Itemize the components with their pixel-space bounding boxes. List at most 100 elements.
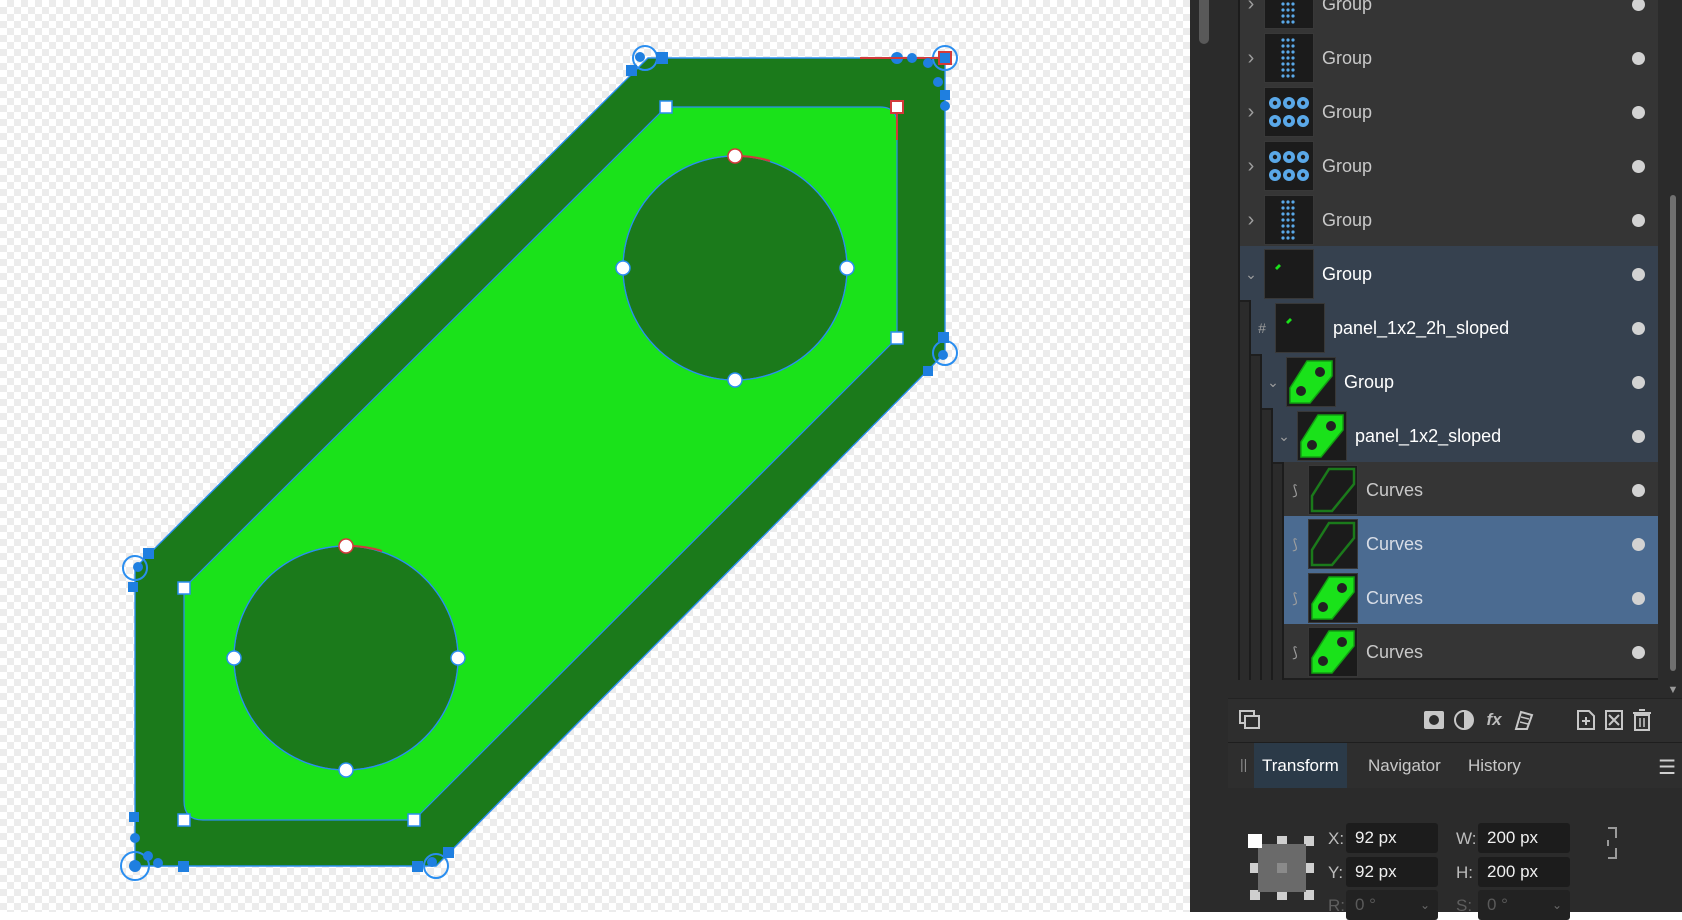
layer-thumbnail[interactable] (1308, 519, 1358, 569)
panel-menu-icon[interactable]: ☰ (1658, 755, 1676, 780)
chevron-right-icon[interactable]: › (1240, 30, 1262, 86)
layer-name[interactable]: Group (1322, 138, 1372, 194)
layer-thumbnail[interactable] (1264, 195, 1314, 245)
layer-row[interactable]: › Group (1228, 138, 1658, 194)
curve-type-icon[interactable]: ⟆ (1284, 570, 1306, 626)
layers-panel: › Group › Group › Group › Group › Group ⌄ Group # pan… (1228, 0, 1682, 698)
layer-name[interactable]: Group (1322, 192, 1372, 248)
panel-grip-icon[interactable]: || (1240, 756, 1247, 772)
layer-name[interactable]: Group (1322, 0, 1372, 32)
tree-rail (1260, 408, 1262, 464)
chevron-down-icon[interactable]: ⌄ (1420, 890, 1430, 920)
add-layer-icon[interactable] (1572, 705, 1600, 735)
document-canvas[interactable] (0, 0, 1190, 912)
layer-row[interactable]: ⟆ Curves (1228, 570, 1658, 626)
visibility-toggle[interactable] (1632, 484, 1645, 497)
tree-rail (1238, 408, 1240, 464)
curve-type-icon[interactable]: ⟆ (1284, 516, 1306, 572)
layer-thumbnail[interactable] (1297, 411, 1347, 461)
artboard-icon[interactable]: # (1251, 300, 1273, 356)
chevron-right-icon[interactable]: › (1240, 138, 1262, 194)
tree-rail (1238, 354, 1240, 410)
visibility-toggle[interactable] (1632, 538, 1645, 551)
rotation-field[interactable]: 0 ° ⌄ (1346, 890, 1438, 920)
layer-row[interactable]: ⟆ Curves (1228, 624, 1658, 680)
chevron-right-icon[interactable]: › (1240, 192, 1262, 248)
x-field[interactable]: 92 px (1346, 823, 1438, 853)
visibility-toggle[interactable] (1632, 214, 1645, 227)
visibility-toggle[interactable] (1632, 268, 1645, 281)
layer-name[interactable]: Curves (1366, 462, 1423, 518)
layer-row[interactable]: ⟆ Curves (1228, 462, 1658, 518)
tab-navigator[interactable]: Navigator (1368, 743, 1441, 789)
layer-row[interactable]: › Group (1228, 30, 1658, 86)
layer-thumbnail[interactable] (1264, 249, 1314, 299)
layer-name[interactable]: Curves (1366, 624, 1423, 680)
layer-row[interactable]: # panel_1x2_2h_sloped (1228, 300, 1658, 356)
fx-icon[interactable]: fx (1480, 705, 1508, 735)
visibility-toggle[interactable] (1632, 592, 1645, 605)
group-icon[interactable] (1600, 705, 1628, 735)
layer-name[interactable]: panel_1x2_sloped (1355, 408, 1501, 464)
layer-name[interactable]: Group (1344, 354, 1394, 410)
visibility-toggle[interactable] (1632, 52, 1645, 65)
layers-scroll-thumb[interactable] (1670, 195, 1676, 671)
layer-row[interactable]: ⌄ panel_1x2_sloped (1228, 408, 1658, 464)
layer-thumbnail[interactable] (1275, 303, 1325, 353)
layer-thumbnail[interactable] (1308, 627, 1358, 677)
visibility-toggle[interactable] (1632, 322, 1645, 335)
layer-name[interactable]: Curves (1366, 516, 1423, 572)
visibility-toggle[interactable] (1632, 646, 1645, 659)
tree-rail (1238, 462, 1240, 518)
layer-thumbnail[interactable] (1308, 465, 1358, 515)
mask-icon[interactable] (1420, 705, 1448, 735)
y-field[interactable]: 92 px (1346, 857, 1438, 887)
visibility-toggle[interactable] (1632, 376, 1645, 389)
chevron-down-icon[interactable]: ⌄ (1240, 246, 1262, 302)
visibility-toggle[interactable] (1632, 160, 1645, 173)
curve-type-icon[interactable]: ⟆ (1284, 462, 1306, 518)
tree-rail (1238, 624, 1240, 680)
live-filter-icon[interactable] (1510, 705, 1538, 735)
sloped-outline-icon (1310, 521, 1356, 567)
shear-field[interactable]: 0 ° ⌄ (1478, 890, 1570, 920)
chevron-down-icon[interactable]: ⌄ (1262, 354, 1284, 410)
tab-transform[interactable]: Transform (1254, 743, 1347, 789)
chevron-down-icon[interactable]: ⌄ (1273, 408, 1295, 464)
layer-row[interactable]: ⟆ Curves (1228, 516, 1658, 572)
chevron-down-icon[interactable]: ⌄ (1552, 890, 1562, 920)
layer-thumbnail[interactable] (1264, 0, 1314, 29)
layer-thumbnail[interactable] (1308, 573, 1358, 623)
layer-name[interactable]: Group (1322, 30, 1372, 86)
layer-row[interactable]: › Group (1228, 0, 1658, 32)
adjustment-icon[interactable] (1450, 705, 1478, 735)
layer-name[interactable]: Group (1322, 84, 1372, 140)
layer-name[interactable]: panel_1x2_2h_sloped (1333, 300, 1509, 356)
scroll-down-arrow-icon[interactable]: ▼ (1666, 682, 1680, 698)
trash-icon[interactable] (1628, 705, 1656, 735)
layer-thumbnail[interactable] (1264, 33, 1314, 83)
chevron-right-icon[interactable]: › (1240, 84, 1262, 140)
layer-row[interactable]: › Group (1228, 192, 1658, 248)
gutter-scrollbar[interactable] (1199, 0, 1209, 44)
chevron-right-icon[interactable]: › (1240, 0, 1262, 32)
tab-history[interactable]: History (1468, 743, 1521, 789)
layer-row[interactable]: › Group (1228, 84, 1658, 140)
layer-row[interactable]: ⌄ Group (1228, 246, 1658, 302)
lock-aspect-icon[interactable] (1604, 826, 1620, 860)
visibility-toggle[interactable] (1632, 106, 1645, 119)
visibility-toggle[interactable] (1632, 430, 1645, 443)
layer-thumbnail[interactable] (1286, 357, 1336, 407)
panel-artwork[interactable] (0, 0, 1190, 912)
layer-row[interactable]: ⌄ Group (1228, 354, 1658, 410)
layers-scrollbar[interactable]: ▼ (1666, 0, 1680, 698)
anchor-point-selector[interactable] (1248, 834, 1316, 902)
layer-thumbnail[interactable] (1264, 87, 1314, 137)
layer-name[interactable]: Group (1322, 246, 1372, 302)
h-field[interactable]: 200 px (1478, 857, 1570, 887)
curve-type-icon[interactable]: ⟆ (1284, 624, 1306, 680)
layer-name[interactable]: Curves (1366, 570, 1423, 626)
w-field[interactable]: 200 px (1478, 823, 1570, 853)
layers-stack-icon[interactable] (1236, 705, 1264, 735)
layer-thumbnail[interactable] (1264, 141, 1314, 191)
